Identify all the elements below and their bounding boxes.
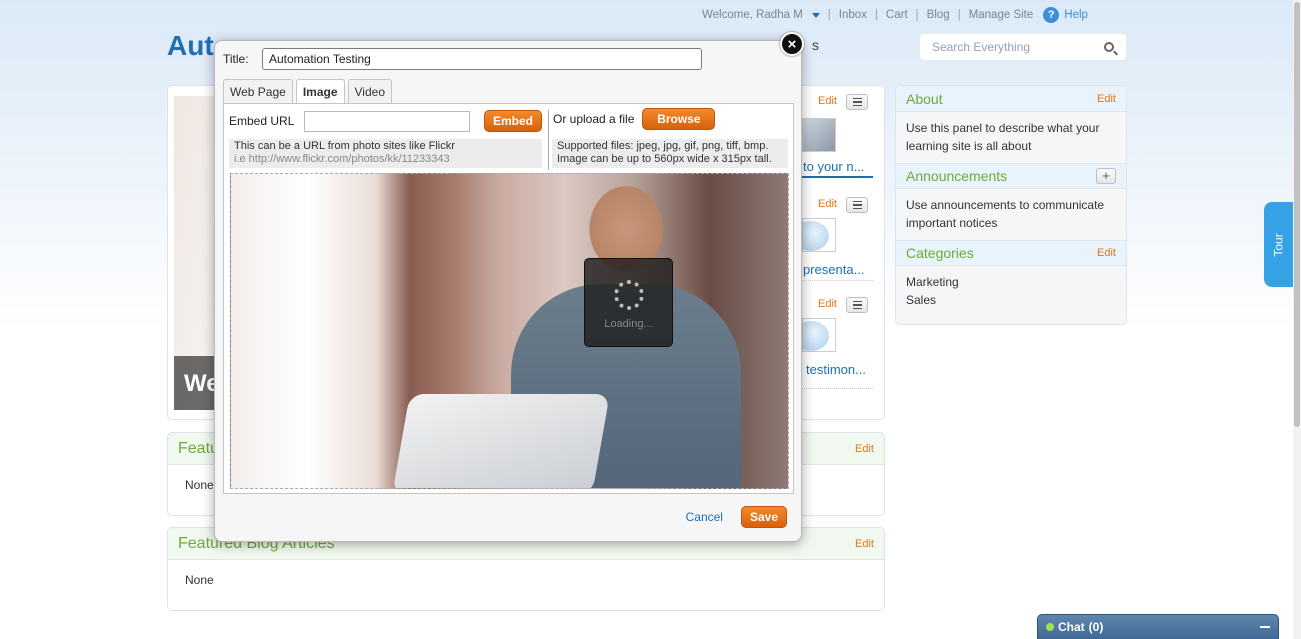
top-links: Welcome, Radha M | Inbox | Cart | Blog |… <box>702 7 1088 23</box>
chevron-down-icon[interactable] <box>811 12 820 18</box>
embed-hint-example: i.e http://www.flickr.com/photos/kk/1123… <box>234 153 450 165</box>
tour-tab[interactable]: Tour <box>1264 202 1294 287</box>
divider <box>796 280 873 281</box>
edit-link[interactable]: Edit <box>818 198 837 210</box>
menu-icon[interactable] <box>846 197 868 213</box>
dialog-footer: Cancel Save <box>686 506 787 528</box>
search-box[interactable]: Search Everything <box>920 34 1126 60</box>
nav-fragment[interactable]: s <box>812 37 819 53</box>
embed-button[interactable]: Embed <box>484 110 543 132</box>
help-icon: ? <box>1043 7 1060 23</box>
thumbnail-image <box>802 218 836 252</box>
content-link[interactable]: presenta... <box>803 262 864 277</box>
help-label: Help <box>1064 9 1088 21</box>
upload-hint: Supported files: jpeg, jpg, gif, png, ti… <box>552 139 788 168</box>
category-item[interactable]: Sales <box>906 291 1116 309</box>
tour-label: Tour <box>1272 232 1286 257</box>
separator: | <box>874 9 878 21</box>
edit-link[interactable]: Edit <box>1097 93 1116 105</box>
side-content-list: Edit to your n... Edit presenta... Edit … <box>796 86 886 406</box>
scrollbar[interactable] <box>1293 0 1301 639</box>
upload-label: Or upload a file <box>553 112 635 126</box>
embed-hint-text: This can be a URL from photo sites like … <box>234 140 455 152</box>
tab-web-page[interactable]: Web Page <box>223 79 293 103</box>
search-icon[interactable] <box>1104 42 1114 52</box>
save-button[interactable]: Save <box>740 506 787 528</box>
categories-title: Categories <box>906 245 974 261</box>
edit-image-dialog: × Title: Web Page Image Video Embed URL … <box>214 32 804 542</box>
edit-link[interactable]: Edit <box>818 298 837 310</box>
embed-url-label: Embed URL <box>229 114 295 128</box>
cancel-button[interactable]: Cancel <box>686 510 723 524</box>
blog-link[interactable]: Blog <box>927 9 950 21</box>
content-link[interactable]: testimon... <box>806 362 866 377</box>
chat-label: Chat <box>1058 620 1085 634</box>
edit-link[interactable]: Edit <box>855 538 874 550</box>
content-link[interactable]: to your n... <box>803 159 864 174</box>
image-tab-content: Embed URL Embed Or upload a file Browse … <box>223 103 794 494</box>
announcements-header: Announcements + <box>896 163 1126 189</box>
supported-files-text: Supported files: jpeg, jpg, gif, png, ti… <box>557 140 769 152</box>
edit-link[interactable]: Edit <box>855 443 874 455</box>
loading-text: Loading... <box>604 317 653 330</box>
separator: | <box>827 9 831 21</box>
online-status-icon <box>1046 623 1054 631</box>
cart-link[interactable]: Cart <box>886 9 908 21</box>
chat-count: (0) <box>1088 620 1104 634</box>
loading-overlay: Loading... <box>584 258 673 347</box>
separator: | <box>957 9 961 21</box>
category-item[interactable]: Marketing <box>906 273 1116 291</box>
separator: | <box>915 9 919 21</box>
edit-link[interactable]: Edit <box>818 95 837 107</box>
minimize-icon[interactable] <box>1260 626 1270 628</box>
media-tabs: Web Page Image Video <box>223 79 395 104</box>
title-row: Title: <box>223 48 702 70</box>
embed-row: Embed URL Embed <box>229 110 543 132</box>
embed-url-input[interactable] <box>304 110 470 132</box>
upload-row: Or upload a file Browse <box>553 108 716 130</box>
help-link[interactable]: ? Help <box>1043 7 1088 23</box>
right-sidebar: About Edit Use this panel to describe wh… <box>895 85 1127 325</box>
scrollbar-thumb[interactable] <box>1294 2 1300 427</box>
inbox-link[interactable]: Inbox <box>839 9 867 21</box>
spinner-icon <box>613 279 644 310</box>
about-title: About <box>906 90 943 107</box>
thumbnail-image <box>802 118 836 152</box>
about-body: Use this panel to describe what your lea… <box>896 112 1126 163</box>
featured-body: None <box>185 573 214 587</box>
photo-tablet <box>392 394 610 488</box>
close-dialog-button[interactable]: × <box>780 32 804 56</box>
divider <box>796 176 873 178</box>
announcements-title: Announcements <box>906 168 1008 184</box>
chat-bar[interactable]: Chat (0) <box>1037 614 1279 639</box>
image-preview[interactable]: Loading... <box>230 173 789 489</box>
search-input[interactable]: Search Everything <box>932 40 1104 54</box>
divider <box>796 388 873 389</box>
embed-hint: This can be a URL from photo sites like … <box>229 139 542 168</box>
title-label: Title: <box>223 52 249 66</box>
manage-site-link[interactable]: Manage Site <box>969 9 1034 21</box>
categories-header: Categories Edit <box>896 240 1126 266</box>
title-input[interactable] <box>262 48 702 70</box>
categories-list: Marketing Sales <box>896 266 1126 317</box>
announcements-body: Use announcements to communicate importa… <box>896 189 1126 240</box>
tab-video[interactable]: Video <box>347 79 392 103</box>
thumbnail-image <box>802 318 836 352</box>
size-limit-text: Image can be up to 560px wide x 315px ta… <box>557 153 772 165</box>
edit-link[interactable]: Edit <box>1097 247 1116 259</box>
add-announcement-button[interactable]: + <box>1096 168 1116 184</box>
menu-icon[interactable] <box>846 297 868 313</box>
browse-button[interactable]: Browse <box>642 108 716 130</box>
menu-icon[interactable] <box>846 94 868 110</box>
tab-image[interactable]: Image <box>295 79 345 104</box>
vertical-divider <box>548 110 549 170</box>
welcome-user[interactable]: Welcome, Radha M <box>702 9 803 21</box>
about-header: About Edit <box>896 86 1126 112</box>
